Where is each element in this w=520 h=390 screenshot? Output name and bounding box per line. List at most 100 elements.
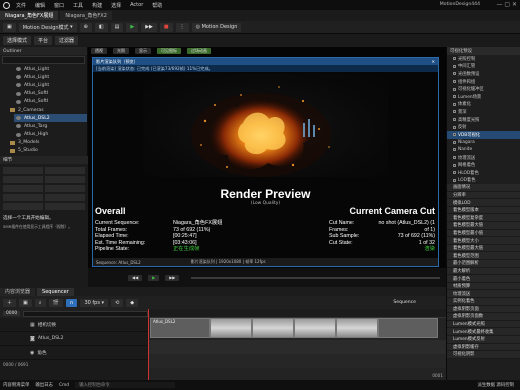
- viewport-icons[interactable]: 可见图标: [157, 48, 181, 54]
- menu-option[interactable]: 高精度光照: [447, 116, 520, 124]
- outliner-item[interactable]: Atlus_Light: [14, 73, 87, 81]
- outliner-search-input[interactable]: [2, 56, 85, 64]
- menu-edit[interactable]: 编辑: [35, 2, 45, 9]
- outliner-item[interactable]: Atlus_Light: [14, 81, 87, 89]
- play-button[interactable]: ▶: [126, 22, 139, 32]
- dialog-title-bar[interactable]: 影片渲染队列（预览） ✕: [93, 58, 438, 65]
- outliner-item[interactable]: Atlus_SoftI: [14, 98, 87, 106]
- camera-icon[interactable]: [16, 116, 21, 121]
- menu-option[interactable]: Nanite: [447, 146, 520, 154]
- menu-option[interactable]: LOD着色: [447, 177, 520, 185]
- thumbnail-clip[interactable]: [252, 318, 294, 338]
- add-track-button[interactable]: ＋: [3, 298, 17, 307]
- visibility-icon[interactable]: [16, 124, 21, 129]
- visibility-icon[interactable]: [16, 99, 21, 104]
- snap-button[interactable]: ∩: [65, 298, 78, 307]
- submenu-option[interactable]: 画面情况: [447, 184, 520, 192]
- select-mode-button[interactable]: 选择模式: [3, 36, 32, 45]
- sequencer-timeline[interactable]: Atlus_DSL2 0001: [148, 309, 446, 380]
- submenu-option[interactable]: 最小着色: [447, 275, 520, 283]
- stop-button[interactable]: ■: [159, 22, 173, 32]
- track-row[interactable]: ▦ 相机切换: [0, 318, 148, 332]
- actor-track-lane[interactable]: [148, 354, 446, 368]
- menu-tools[interactable]: 工具: [73, 2, 83, 9]
- viewport-cinematic[interactable]: 过场动画: [187, 48, 211, 54]
- visibility-icon[interactable]: [16, 75, 21, 80]
- submenu-option[interactable]: 虚拟阴影页面: [447, 305, 520, 314]
- visibility-icon[interactable]: [16, 91, 21, 96]
- viewport-perspective[interactable]: 透视: [91, 48, 107, 54]
- sequence-name[interactable]: Sequence: [393, 300, 416, 305]
- close-icon[interactable]: ✕: [431, 59, 435, 64]
- submenu-option[interactable]: 着色模型最小值: [447, 229, 520, 238]
- track-filter-input[interactable]: [23, 310, 148, 317]
- forward-icon[interactable]: ▶▶: [165, 274, 180, 281]
- menu-window[interactable]: 窗口: [54, 2, 64, 9]
- submenu-option[interactable]: 纹理流送: [447, 290, 520, 298]
- menu-select[interactable]: 选择: [111, 2, 121, 9]
- rewind-icon[interactable]: ◀◀: [128, 274, 143, 281]
- outliner-folder[interactable]: 5_Studio: [8, 147, 87, 155]
- content-drawer-button[interactable]: 内容侧滑菜单: [3, 382, 29, 388]
- filter-button[interactable]: 过滤器: [55, 36, 79, 45]
- timecode-left[interactable]: 0000: [3, 311, 21, 316]
- menu-option[interactable]: 中间汇管: [447, 63, 520, 71]
- tool-button[interactable]: [45, 176, 85, 183]
- cmd-dropdown[interactable]: Cmd: [59, 383, 69, 388]
- render-movie-button[interactable]: 🎬: [48, 298, 63, 307]
- track-row[interactable]: ◙ Atlus_DSL2: [0, 332, 148, 346]
- tool-button[interactable]: [45, 167, 85, 174]
- tab-niagara-fx2[interactable]: Niagara_角色FX2: [60, 11, 112, 20]
- outliner-item[interactable]: Atlus_SoftI: [14, 90, 87, 98]
- skip-button[interactable]: ▶▶: [141, 22, 157, 32]
- submenu-option[interactable]: 着色模型大小: [447, 237, 520, 245]
- submenu-option[interactable]: Lumen模式反射: [447, 335, 520, 344]
- fps-dropdown[interactable]: 30 fps ▾: [80, 298, 109, 307]
- submenu-option[interactable]: 最大解析: [447, 267, 520, 276]
- save-sequence-icon[interactable]: ▣: [19, 298, 32, 307]
- menu-build[interactable]: 构建: [92, 2, 102, 9]
- submenu-option[interactable]: Lumen模式最终收集: [447, 328, 520, 336]
- visibility-icon[interactable]: [16, 83, 21, 88]
- outliner-item[interactable]: Atlus_High: [14, 131, 87, 139]
- tool-button[interactable]: [3, 185, 43, 192]
- playback-scrubber[interactable]: [191, 276, 440, 279]
- tab-content-browser[interactable]: 内容浏览器: [0, 287, 36, 296]
- menu-help[interactable]: 帮助: [152, 2, 162, 9]
- camera-track-lane[interactable]: [148, 340, 446, 354]
- outliner-item-selected[interactable]: Atlus_DSL2: [14, 114, 87, 123]
- tool-button[interactable]: [3, 194, 43, 201]
- key-button[interactable]: ◆: [126, 298, 139, 307]
- tool-button[interactable]: [3, 176, 43, 183]
- source-control-status[interactable]: 派生数据 源码控制: [477, 382, 514, 388]
- app-logo-icon[interactable]: [3, 1, 10, 9]
- thumbnail-clip[interactable]: [294, 318, 336, 338]
- submenu-option[interactable]: 着色模型版本: [447, 206, 520, 215]
- menu-option[interactable]: 网格着色: [447, 161, 520, 169]
- outliner-folder[interactable]: 3_Models: [8, 139, 87, 147]
- submenu-option[interactable]: 可视化阴影: [447, 351, 520, 359]
- outliner-folder[interactable]: 2_Cameras: [8, 106, 87, 114]
- menu-option[interactable]: 光照控制: [447, 55, 520, 63]
- cinematics-button[interactable]: ▤: [110, 22, 124, 32]
- time-ruler[interactable]: [148, 309, 446, 318]
- camera-cut-clip-end[interactable]: [378, 318, 438, 338]
- submenu-option[interactable]: Lumen模式光照: [447, 320, 520, 329]
- tool-button[interactable]: [45, 203, 85, 210]
- thumbnail-clip[interactable]: [336, 318, 378, 338]
- platforms-button[interactable]: ⋮: [175, 22, 189, 32]
- menu-option[interactable]: HLOD着色: [447, 169, 520, 177]
- submenu-option[interactable]: 虚拟阴影缓存: [447, 343, 520, 352]
- outliner-item[interactable]: Atlus_Targ: [14, 122, 87, 130]
- submenu-option[interactable]: 着色模型最大值: [447, 222, 520, 230]
- tool-button[interactable]: [45, 194, 85, 201]
- menu-option[interactable]: 组件和组: [447, 78, 520, 86]
- menu-option[interactable]: Niagara: [447, 139, 520, 147]
- menu-option[interactable]: 反射: [447, 123, 520, 131]
- window-controls[interactable]: — ▢ ✕: [496, 1, 517, 8]
- mode-dropdown[interactable]: Motion Design模式 ▾: [18, 22, 77, 32]
- menu-option[interactable]: 可视化缓冲区: [447, 85, 520, 93]
- tool-button[interactable]: [3, 167, 43, 174]
- submenu-option[interactable]: 着色模型复杂度: [447, 214, 520, 223]
- menu-option-highlighted[interactable]: VDB可视化: [447, 130, 520, 139]
